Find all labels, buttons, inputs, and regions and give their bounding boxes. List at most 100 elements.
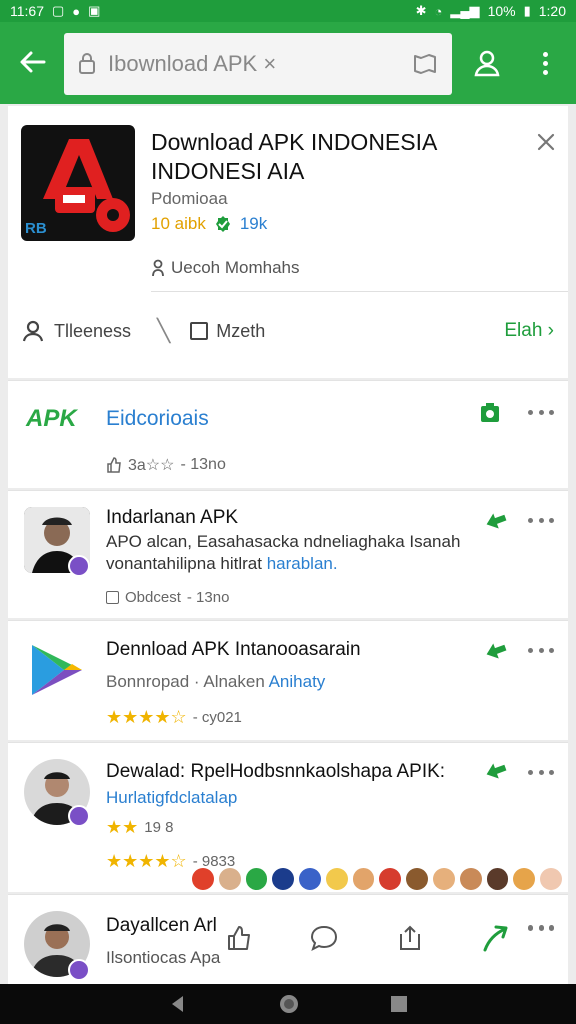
- checkbox[interactable]: [190, 322, 209, 340]
- app-bar: Ibownload APK ×: [0, 22, 576, 104]
- emoji-icon: [459, 868, 482, 890]
- item-link[interactable]: Hurlatigfdclatalap: [106, 787, 237, 809]
- verified-icon: [215, 216, 230, 232]
- status-time: 11:67: [10, 3, 44, 19]
- close-button[interactable]: [534, 130, 558, 154]
- overflow-menu-button[interactable]: [528, 645, 554, 655]
- back-arrow-icon: [20, 51, 46, 73]
- signal-icon: ▂▄▆: [450, 3, 480, 18]
- emoji-icon: [245, 868, 268, 890]
- recents-square-icon[interactable]: [390, 995, 408, 1013]
- overflow-menu-button[interactable]: [528, 767, 554, 777]
- emoji-icon: [486, 868, 509, 890]
- emoji-icon: [433, 868, 455, 890]
- developer-row: Uecoh Momhahs: [151, 258, 300, 278]
- forward-arrow-icon: [483, 925, 508, 952]
- overflow-menu-button[interactable]: [528, 922, 554, 932]
- verified-badge: [68, 959, 90, 981]
- list-item[interactable]: Indarlanan APK APO alcan, Easahasacka nd…: [8, 490, 568, 618]
- developer-name: Uecoh Momhahs: [171, 258, 300, 277]
- app-detail-card: RB Download APK INDONESIA INDONESI AIA P…: [8, 106, 568, 378]
- emoji-icon: [299, 868, 321, 890]
- app-version: 19k: [239, 214, 268, 233]
- install-icon[interactable]: [479, 402, 501, 424]
- like-button[interactable]: [222, 921, 256, 955]
- account-button[interactable]: [468, 44, 506, 82]
- emoji-icon: [325, 868, 348, 890]
- search-query: Ibownload APK ×: [108, 51, 277, 76]
- messenger-icon: ●: [72, 3, 81, 19]
- emoji-icon: [352, 868, 375, 890]
- item-link[interactable]: Anihaty: [269, 672, 326, 691]
- filter-label[interactable]: Tlleeness: [54, 321, 131, 342]
- emoji-icon: [513, 868, 536, 890]
- search-input[interactable]: Ibownload APK ×: [64, 33, 452, 95]
- item-meta: ★★★★☆ - cy021: [106, 707, 242, 727]
- share-icon: [399, 925, 420, 950]
- item-link[interactable]: harablan.: [267, 554, 338, 573]
- lock-icon: [79, 53, 95, 74]
- app-icon-text: RB: [25, 220, 47, 237]
- item-description-2: vonantahilipna hitlrat harablan.: [106, 554, 338, 573]
- back-button[interactable]: [14, 44, 50, 80]
- item-title: Dewalad: RpelHodbsnnkaolshapa APIK:: [106, 761, 446, 782]
- star-rating: ★★★★☆: [106, 707, 187, 727]
- map-icon[interactable]: [412, 52, 438, 76]
- forward-button[interactable]: [478, 921, 512, 955]
- app-notification-icon: ▣: [88, 3, 101, 18]
- back-triangle-icon[interactable]: [168, 994, 188, 1014]
- thumbs-up-icon: [228, 926, 250, 950]
- more-options-button[interactable]: [530, 46, 560, 80]
- overflow-menu-button[interactable]: [528, 515, 554, 525]
- thumbs-up-icon: [107, 457, 121, 473]
- app-rating: 10 aibk: [151, 214, 206, 233]
- overflow-menu-button[interactable]: [528, 407, 554, 417]
- notification-icon: ▢: [52, 3, 65, 18]
- verified-badge: [68, 555, 90, 577]
- emoji-icon: [272, 868, 295, 890]
- option-label[interactable]: Mzeth: [216, 321, 265, 342]
- list-item[interactable]: Dennload APK Intanooasarain Bonnropad · …: [8, 620, 568, 740]
- share-arrow-icon[interactable]: [484, 761, 508, 781]
- system-navigation-bar: [0, 984, 576, 1024]
- bluetooth-icon: ✱: [415, 3, 427, 18]
- feature-title[interactable]: Eidcorioais: [106, 407, 209, 431]
- item-description: APO alcan, Easahasacka ndneliaghaka Isan…: [106, 532, 461, 551]
- wifi-icon: ◔: [434, 3, 443, 19]
- person-icon: [22, 320, 44, 342]
- filter-row: Tlleeness ╲ Mzeth Elah ›: [8, 296, 568, 366]
- feature-row[interactable]: APK Eidcorioais 3a☆☆ - 13no: [8, 380, 568, 488]
- share-button[interactable]: [393, 921, 427, 955]
- item-title: Dennload APK Intanooasarain: [106, 639, 361, 660]
- divider: [151, 291, 568, 292]
- emoji-icon: [379, 868, 402, 890]
- comment-button[interactable]: [307, 921, 341, 955]
- app-title: Download APK INDONESIA INDONESI AIA: [151, 129, 437, 184]
- home-circle-icon[interactable]: [278, 993, 300, 1015]
- share-arrow-icon[interactable]: [484, 511, 508, 531]
- item-title: Indarlanan APK: [106, 507, 239, 528]
- action-bar: [222, 916, 512, 960]
- feature-meta: 3a☆☆ - 13no: [106, 455, 226, 475]
- battery-icon: ▮: [523, 3, 531, 18]
- status-clock-right: 1:20: [538, 3, 566, 19]
- share-arrow-icon[interactable]: [484, 641, 508, 661]
- item-subtitle: Ilsontiocas Apa: [106, 948, 221, 967]
- emoji-icon: [218, 868, 241, 890]
- emoji-icon: [406, 868, 429, 890]
- more-link[interactable]: Elah ›: [504, 320, 554, 342]
- developer-icon: [152, 259, 164, 277]
- battery-level: 10%: [487, 3, 516, 19]
- emoji-icon: [540, 868, 562, 890]
- star-rating: ★★★★☆: [106, 851, 187, 871]
- app-meta: 10 aibk 19k: [151, 214, 267, 234]
- square-icon: [106, 591, 119, 604]
- item-small-rating: ★★ 19 8: [106, 817, 174, 837]
- apk-logo: APK: [26, 405, 77, 432]
- separator-icon: ╲: [157, 318, 171, 343]
- app-subtitle: Pdomioaa: [151, 189, 228, 208]
- app-icon[interactable]: RB: [21, 125, 135, 241]
- play-store-icon: [24, 637, 90, 703]
- status-bar: 11:67 ▢ ● ▣ ✱ ◔ ▂▄▆ 10% ▮ 1:20: [0, 0, 576, 22]
- item-subtitle: Bonnropad · Alnaken Anihaty: [106, 672, 326, 691]
